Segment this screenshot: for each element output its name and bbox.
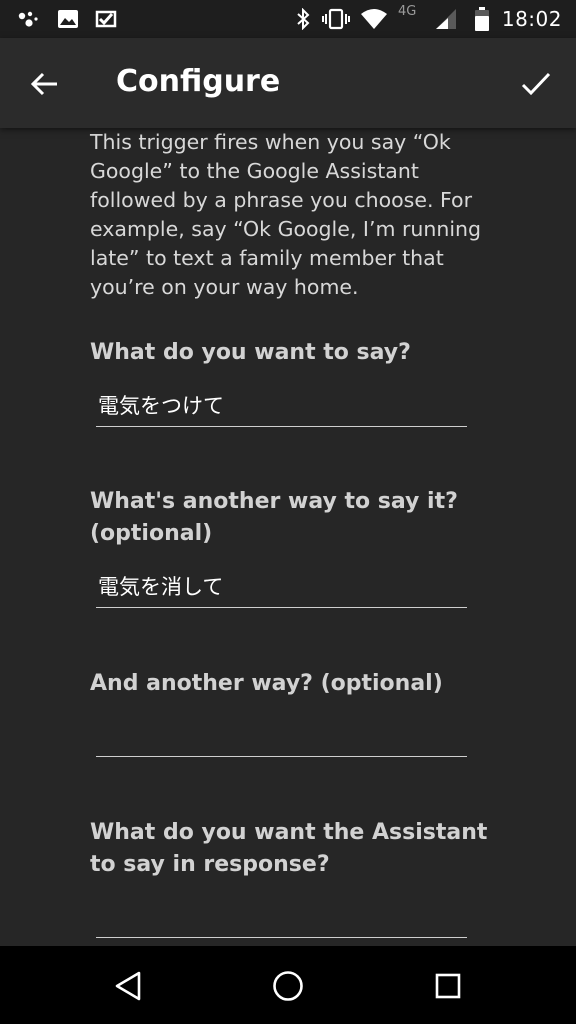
page-title: Configure: [116, 64, 281, 99]
home-circle-icon: [273, 971, 303, 1001]
field-label-phrase: What do you want to say?: [90, 340, 411, 365]
phrase-input[interactable]: [96, 387, 467, 427]
nav-back-button[interactable]: [98, 956, 158, 1016]
back-triangle-icon: [115, 971, 141, 1001]
image-icon: [54, 0, 82, 38]
field-label-response: What do you want the Assistant to say in…: [90, 820, 488, 877]
google-assistant-icon: [14, 0, 44, 38]
nav-home-button[interactable]: [258, 956, 318, 1016]
another-phrase-input[interactable]: [96, 717, 467, 757]
alt-phrase-input[interactable]: [96, 568, 467, 608]
response-input[interactable]: [96, 898, 467, 938]
vibrate-icon: [320, 0, 352, 38]
trigger-description: This trigger fires when you say “Ok Goog…: [90, 130, 482, 299]
status-bar: 4G 18:02: [0, 0, 576, 38]
back-button[interactable]: [22, 62, 68, 106]
form-content[interactable]: This trigger fires when you say “Ok Goog…: [0, 128, 576, 946]
battery-icon: [470, 0, 494, 38]
signal-icon: [432, 0, 460, 38]
field-label-another-way: And another way? (optional): [90, 671, 443, 696]
field-label-alt-phrase: What's another way to say it? (optional): [90, 489, 458, 546]
arrow-left-icon: [31, 72, 57, 96]
bluetooth-icon: [292, 0, 314, 38]
recents-square-icon: [435, 973, 461, 999]
check-icon: [521, 72, 551, 96]
nav-bar: [0, 946, 576, 1024]
app-bar: Configure: [0, 38, 576, 128]
wifi-icon: [358, 0, 390, 38]
checkmark-badge-icon: [92, 0, 120, 38]
confirm-button[interactable]: [514, 62, 558, 106]
nav-recents-button[interactable]: [418, 956, 478, 1016]
network-type-label: 4G: [398, 4, 417, 19]
clock: 18:02: [501, 7, 562, 31]
